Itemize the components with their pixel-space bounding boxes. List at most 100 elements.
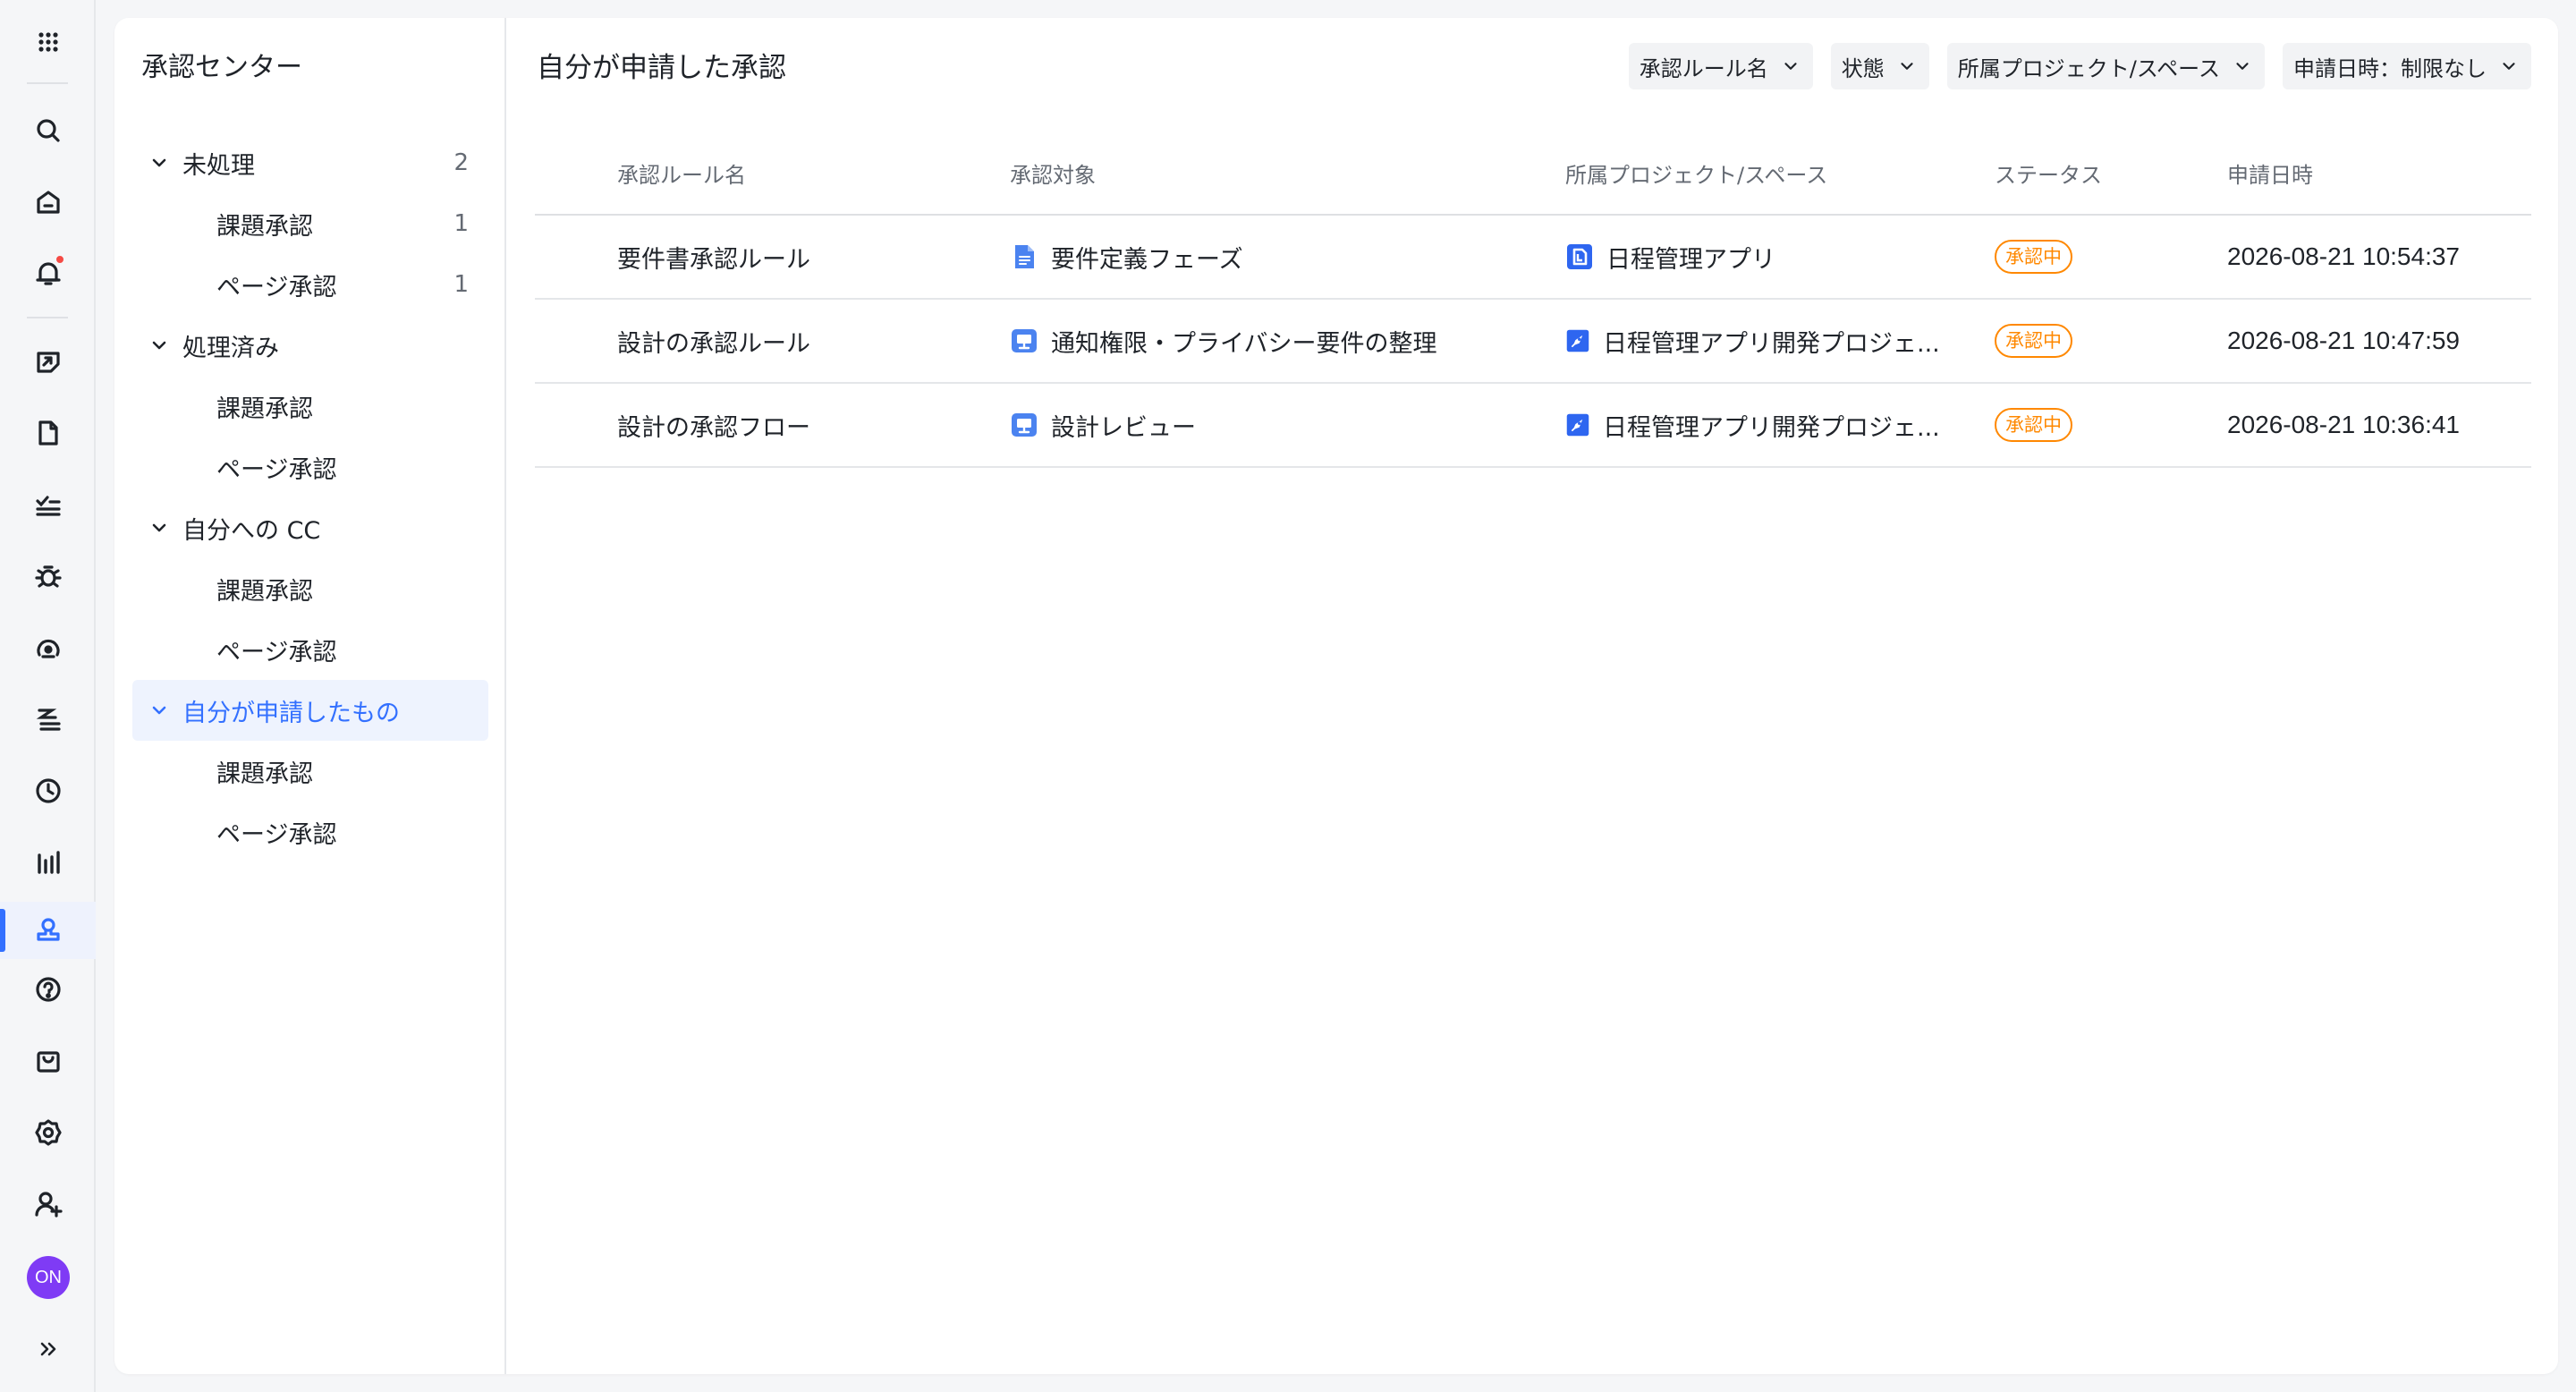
avatar-initials: ON bbox=[35, 1267, 62, 1287]
shopping-bag-icon[interactable] bbox=[0, 1032, 96, 1090]
chevron-down-icon[interactable] bbox=[148, 517, 170, 539]
target-name[interactable]: 通知権限・プライバシー要件の整理 bbox=[1051, 324, 1436, 359]
issue-icon bbox=[1012, 413, 1037, 437]
tree-item-label: ページ承認 bbox=[216, 455, 337, 484]
chart-icon[interactable] bbox=[0, 834, 96, 891]
rule-name: 設計の承認ルール bbox=[617, 329, 810, 358]
status-badge: 承認中 bbox=[1995, 240, 2072, 274]
filter-request-date[interactable]: 申請日時：制限なし bbox=[2283, 43, 2531, 89]
document-icon[interactable] bbox=[0, 404, 96, 462]
clock-icon[interactable] bbox=[0, 762, 96, 819]
tree-title: 承認センター bbox=[141, 52, 302, 83]
project-icon[interactable] bbox=[0, 333, 96, 390]
filter-status[interactable]: 状態 bbox=[1830, 43, 1929, 89]
issue-icon bbox=[1012, 329, 1037, 352]
project-rocket-icon bbox=[1566, 413, 1589, 437]
filter-label: 所属プロジェクト/スペース bbox=[1957, 55, 2220, 81]
column-header-target[interactable]: 承認対象 bbox=[1010, 157, 1096, 189]
column-header-status[interactable]: ステータス bbox=[1995, 157, 2102, 189]
table-row[interactable]: 設計の承認ルール 通知権限・プライバシー要件の整理 日程管理アプリ開発プロジェ.… bbox=[535, 300, 2531, 384]
add-user-icon[interactable] bbox=[0, 1176, 96, 1233]
request-date: 2026-08-21 10:47:59 bbox=[2227, 327, 2460, 354]
filter-bar: 承認ルール名 状態 所属プロジェクト/スペース 申請日時：制限なし bbox=[1628, 43, 2531, 89]
tree-item-my-page[interactable]: ページ承認 bbox=[132, 802, 488, 862]
tree-item-label: 課題承認 bbox=[216, 577, 313, 606]
table-row[interactable]: 要件書承認ルール 要件定義フェーズ 日程管理アプリ 承認中 2026-08-21… bbox=[535, 216, 2531, 300]
settings-icon[interactable] bbox=[0, 1104, 96, 1161]
main-panel: 自分が申請した承認 承認ルール名 状態 所属プロジェクト/スペース 申請日時：制… bbox=[508, 18, 2558, 1374]
expand-rail-icon[interactable] bbox=[0, 1320, 96, 1378]
left-rail: ON bbox=[0, 0, 96, 1392]
tree-count: 1 bbox=[453, 210, 469, 237]
tree-count: 2 bbox=[453, 149, 469, 176]
bug-icon[interactable] bbox=[0, 547, 96, 605]
tree-group-label: 未処理 bbox=[182, 151, 255, 180]
chevron-down-icon[interactable] bbox=[148, 335, 170, 356]
space-icon bbox=[1567, 244, 1592, 269]
tree-group-label: 自分への CC bbox=[182, 516, 321, 545]
chevron-down-icon[interactable] bbox=[148, 152, 170, 174]
tree-group-pending[interactable]: 未処理 2 bbox=[132, 132, 488, 193]
filter-rule-name[interactable]: 承認ルール名 bbox=[1628, 43, 1813, 89]
bell-icon[interactable] bbox=[0, 245, 96, 302]
tree-item-label: 課題承認 bbox=[216, 395, 313, 423]
doc-page-icon bbox=[1015, 245, 1034, 268]
rail-divider bbox=[27, 82, 68, 84]
request-date: 2026-08-21 10:54:37 bbox=[2227, 242, 2460, 270]
workload-icon[interactable] bbox=[0, 691, 96, 748]
tree-group-label: 自分が申請したもの bbox=[182, 699, 400, 727]
rule-name: 設計の承認フロー bbox=[617, 413, 810, 442]
approval-tree-panel: 承認センター 未処理 2 課題承認 1 ページ承認 1 処理済み 課題承認 ペー… bbox=[114, 18, 506, 1374]
approval-stamp-icon[interactable] bbox=[0, 902, 96, 959]
project-name[interactable]: 日程管理アプリ開発プロジェ... bbox=[1603, 408, 1940, 443]
tree-group-processed[interactable]: 処理済み bbox=[132, 315, 488, 376]
status-badge: 承認中 bbox=[1995, 408, 2072, 442]
tree-item-label: 課題承認 bbox=[216, 760, 313, 788]
home-icon[interactable] bbox=[0, 174, 96, 231]
column-header-rule[interactable]: 承認ルール名 bbox=[617, 157, 746, 189]
filter-project[interactable]: 所属プロジェクト/スペース bbox=[1946, 43, 2265, 89]
approval-table: 承認ルール名 承認対象 所属プロジェクト/スペース ステータス 申請日時 要件書… bbox=[535, 131, 2531, 468]
tree-item-label: ページ承認 bbox=[216, 273, 337, 301]
tree-group-cc[interactable]: 自分への CC bbox=[132, 497, 488, 558]
chevron-down-icon bbox=[2236, 63, 2249, 70]
tree-group-label: 処理済み bbox=[182, 334, 279, 362]
table-header: 承認ルール名 承認対象 所属プロジェクト/スペース ステータス 申請日時 bbox=[535, 131, 2531, 216]
notification-dot bbox=[55, 254, 65, 265]
target-name[interactable]: 設計レビュー bbox=[1051, 408, 1196, 443]
tree-item-cc-issue[interactable]: 課題承認 bbox=[132, 558, 488, 619]
tree-item-cc-page[interactable]: ページ承認 bbox=[132, 619, 488, 680]
task-icon[interactable] bbox=[0, 476, 96, 533]
apps-grid-icon[interactable] bbox=[0, 13, 96, 71]
search-icon[interactable] bbox=[0, 102, 96, 159]
project-rocket-icon bbox=[1566, 329, 1589, 352]
rule-name: 要件書承認ルール bbox=[617, 245, 810, 274]
tree-item-label: ページ承認 bbox=[216, 638, 337, 666]
column-header-date[interactable]: 申請日時 bbox=[2227, 157, 2313, 189]
table-row[interactable]: 設計の承認フロー 設計レビュー 日程管理アプリ開発プロジェ... 承認中 202… bbox=[535, 384, 2531, 468]
help-icon[interactable] bbox=[0, 961, 96, 1018]
tree-item-processed-page[interactable]: ページ承認 bbox=[132, 437, 488, 497]
tree-item-processed-issue[interactable]: 課題承認 bbox=[132, 376, 488, 437]
chevron-down-icon[interactable] bbox=[148, 700, 170, 721]
tree-item-my-issue[interactable]: 課題承認 bbox=[132, 741, 488, 802]
chevron-down-icon bbox=[2503, 63, 2515, 70]
tree-count: 1 bbox=[453, 271, 469, 298]
tree-item-pending-issue[interactable]: 課題承認 1 bbox=[132, 193, 488, 254]
column-header-project[interactable]: 所属プロジェクト/スペース bbox=[1565, 157, 1827, 189]
dashboard-icon[interactable] bbox=[0, 619, 96, 676]
target-name[interactable]: 要件定義フェーズ bbox=[1051, 240, 1243, 275]
content-card: 承認センター 未処理 2 課題承認 1 ページ承認 1 処理済み 課題承認 ペー… bbox=[114, 18, 2558, 1374]
status-badge: 承認中 bbox=[1995, 324, 2072, 358]
project-name[interactable]: 日程管理アプリ開発プロジェ... bbox=[1603, 324, 1940, 359]
rail-divider bbox=[27, 317, 68, 318]
page-title: 自分が申請した承認 bbox=[537, 52, 786, 84]
tree-item-label: 課題承認 bbox=[216, 212, 313, 241]
filter-label: 申請日時：制限なし bbox=[2293, 55, 2487, 81]
request-date: 2026-08-21 10:36:41 bbox=[2227, 411, 2460, 438]
filter-label: 状態 bbox=[1841, 55, 1885, 81]
project-name[interactable]: 日程管理アプリ bbox=[1606, 240, 1775, 275]
avatar[interactable]: ON bbox=[27, 1256, 70, 1299]
tree-item-pending-page[interactable]: ページ承認 1 bbox=[132, 254, 488, 315]
tree-group-my-requests[interactable]: 自分が申請したもの bbox=[132, 680, 488, 741]
